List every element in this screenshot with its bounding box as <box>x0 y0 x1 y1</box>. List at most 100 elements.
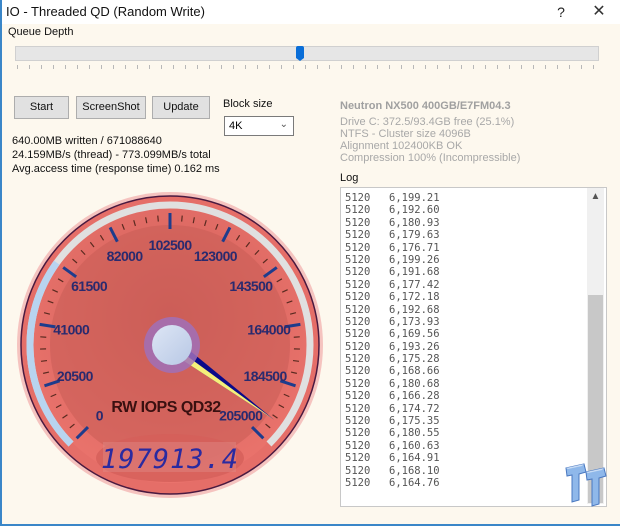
log-block-size: 5120 <box>345 464 371 477</box>
log-iops-value: 6,168.66 <box>389 365 440 378</box>
log-block-size: 5120 <box>345 241 371 254</box>
log-row: 5120 6,180.55 <box>345 427 440 439</box>
log-iops-value: 6,169.56 <box>389 328 440 341</box>
gauge-tick-label: 205000 <box>219 408 263 424</box>
log-iops-value: 6,174.72 <box>389 402 440 415</box>
log-row: 5120 6,168.66 <box>345 365 440 377</box>
compression-info: Compression 100% (Incompressible) <box>340 152 521 164</box>
log-iops-value: 6,164.91 <box>389 452 440 465</box>
log-row: 5120 6,191.68 <box>345 266 440 278</box>
log-block-size: 5120 <box>345 439 371 452</box>
gauge-tick-label: 143500 <box>229 278 273 294</box>
log-block-size: 5120 <box>345 402 371 415</box>
log-iops-value: 6,192.68 <box>389 303 440 316</box>
log-iops-value: 6,176.71 <box>389 241 440 254</box>
log-block-size: 5120 <box>345 204 371 217</box>
log-iops-value: 6,177.42 <box>389 278 440 291</box>
log-block-size: 5120 <box>345 291 371 304</box>
help-button[interactable]: ? <box>551 2 571 22</box>
log-row: 5120 6,180.93 <box>345 217 440 229</box>
log-block-size: 5120 <box>345 452 371 465</box>
log-row: 5120 6,176.71 <box>345 242 440 254</box>
log-block-size: 5120 <box>345 315 371 328</box>
log-iops-value: 6,175.35 <box>389 415 440 428</box>
log-block-size: 5120 <box>345 415 371 428</box>
log-iops-value: 6,175.28 <box>389 353 440 366</box>
block-size-label: Block size <box>223 98 273 110</box>
log-block-size: 5120 <box>345 476 371 489</box>
log-row: 5120 6,173.93 <box>345 316 440 328</box>
throughput-stat: 24.159MB/s (thread) - 773.099MB/s total <box>12 149 211 161</box>
log-label: Log <box>340 172 359 184</box>
log-row: 5120 6,175.35 <box>345 415 440 427</box>
filesystem-info: NTFS - Cluster size 4096B <box>340 128 471 140</box>
log-block-size: 5120 <box>345 216 371 229</box>
update-button[interactable]: Update <box>152 96 210 119</box>
log-block-size: 5120 <box>345 253 371 266</box>
log-iops-value: 6,199.26 <box>389 253 440 266</box>
log-iops-value: 6,168.10 <box>389 464 440 477</box>
drive-model: Neutron NX500 400GB/E7FM04.3 <box>340 100 511 112</box>
written-stat: 640.00MB written / 671088640 <box>12 135 162 147</box>
log-scrollbar[interactable]: ▲ <box>587 188 604 504</box>
gauge-minor-tick <box>40 359 48 362</box>
log-row: 5120 6,174.72 <box>345 403 440 415</box>
log-iops-value: 6,180.55 <box>389 427 440 440</box>
alignment-info: Alignment 102400KB OK <box>340 140 463 152</box>
window-title: IO - Threaded QD (Random Write) <box>6 4 205 19</box>
start-button[interactable]: Start <box>14 96 69 119</box>
scroll-up-icon[interactable]: ▲ <box>587 188 604 205</box>
chevron-down-icon: ⌄ <box>279 119 288 130</box>
log-iops-value: 6,180.68 <box>389 377 440 390</box>
slider-ticks <box>17 65 597 69</box>
log-iops-value: 6,173.93 <box>389 315 440 328</box>
log-block-size: 5120 <box>345 278 371 291</box>
drive-space: Drive C: 372.5/93.4GB free (25.1%) <box>340 116 515 128</box>
log-block-size: 5120 <box>345 340 371 353</box>
lcd-readout: 197913.4 <box>101 444 239 475</box>
log-row: 5120 6,180.68 <box>345 378 440 390</box>
log-iops-value: 6,191.68 <box>389 266 440 279</box>
access-time-stat: Avg.access time (response time) 0.162 ms <box>12 163 220 175</box>
log-block-size: 5120 <box>345 303 371 316</box>
log-row: 5120 6,199.21 <box>345 192 440 204</box>
log-row: 5120 6,192.60 <box>345 204 440 216</box>
queue-depth-slider-thumb[interactable] <box>296 46 305 61</box>
log-row: 5120 6,169.56 <box>345 328 440 340</box>
screenshot-button[interactable]: ScreenShot <box>76 96 146 119</box>
block-size-select[interactable]: 4K ⌄ <box>224 116 294 136</box>
log-rows: 5120 6,199.21 5120 6,192.60 5120 6,180.93 5120… <box>345 192 440 489</box>
log-block-size: 5120 <box>345 353 371 366</box>
log-block-size: 5120 <box>345 192 371 204</box>
block-size-value: 4K <box>229 120 243 132</box>
gauge-tick-label: 0 <box>96 408 104 424</box>
queue-depth-slider-track[interactable] <box>15 46 599 61</box>
log-block-size: 5120 <box>345 427 371 440</box>
log-iops-value: 6,193.26 <box>389 340 440 353</box>
log-list[interactable]: 5120 6,199.21 5120 6,192.60 5120 6,180.93 5120… <box>340 187 607 507</box>
log-row: 5120 6,168.10 <box>345 465 440 477</box>
log-block-size: 5120 <box>345 229 371 242</box>
gauge-tick-label: 61500 <box>71 278 108 294</box>
log-iops-value: 6,180.93 <box>389 216 440 229</box>
log-row: 5120 6,164.76 <box>345 477 440 489</box>
close-icon[interactable]: ✕ <box>588 2 610 22</box>
log-iops-value: 6,166.28 <box>389 390 440 403</box>
log-iops-value: 6,164.76 <box>389 476 440 489</box>
log-iops-value: 6,192.60 <box>389 204 440 217</box>
log-row: 5120 6,179.63 <box>345 229 440 241</box>
log-row: 5120 6,166.28 <box>345 390 440 402</box>
gauge-tick-label: 164000 <box>247 321 291 337</box>
gauge-tick-label: 20500 <box>57 368 94 384</box>
gauge-tick-label: 184500 <box>244 368 288 384</box>
log-iops-value: 6,160.63 <box>389 439 440 452</box>
log-row: 5120 6,164.91 <box>345 452 440 464</box>
log-iops-value: 6,172.18 <box>389 291 440 304</box>
log-block-size: 5120 <box>345 365 371 378</box>
log-row: 5120 6,192.68 <box>345 304 440 316</box>
gauge-minor-tick <box>157 215 159 222</box>
log-row: 5120 6,175.28 <box>345 353 440 365</box>
log-row: 5120 6,172.18 <box>345 291 440 303</box>
log-block-size: 5120 <box>345 328 371 341</box>
log-row: 5120 6,177.42 <box>345 279 440 291</box>
